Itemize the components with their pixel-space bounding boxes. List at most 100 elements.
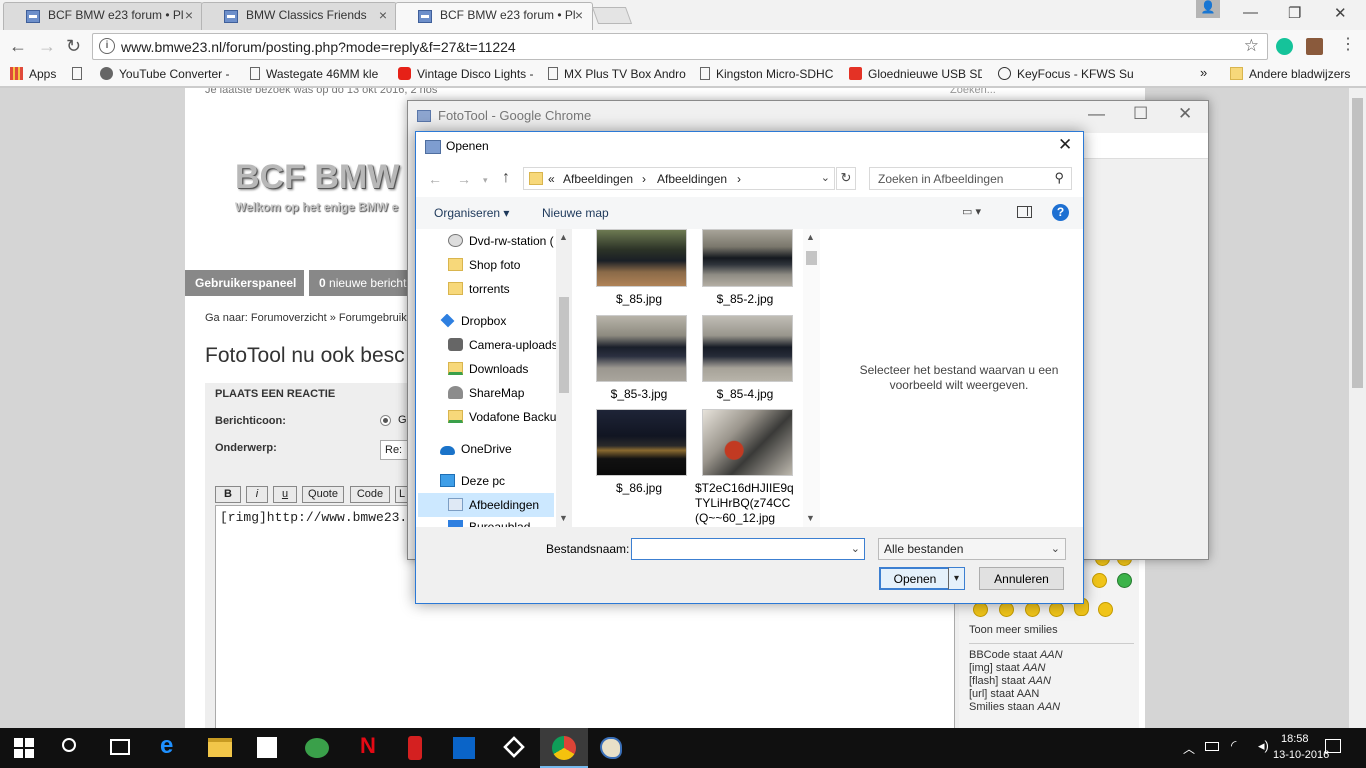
breadcrumb[interactable]: Ga naar: Forumoverzicht » Forumgebruik <box>205 312 407 324</box>
smiley-icon[interactable] <box>1049 602 1064 617</box>
scroll-up-icon[interactable]: ▲ <box>806 232 815 242</box>
nav-item-torrents[interactable]: torrents <box>448 282 556 296</box>
file-item[interactable]: $_85-4.jpg <box>699 315 805 401</box>
back-icon[interactable]: ← <box>428 171 442 187</box>
minimize-icon[interactable]: — <box>1088 104 1105 124</box>
recent-locations-icon[interactable]: ▾ <box>483 175 488 186</box>
nav-item-camera-uploads[interactable]: Camera-uploads <box>448 338 556 352</box>
path-segment-pictures[interactable]: Afbeeldingen <box>563 172 633 186</box>
back-icon[interactable]: ← <box>9 36 27 57</box>
path-bar[interactable]: « Afbeeldingen › Afbeeldingen › ⌄ <box>523 167 835 190</box>
bookmark-mx-plus[interactable]: MX Plus TV Box Andro <box>548 67 686 81</box>
restore-icon[interactable]: ❐ <box>1288 4 1301 22</box>
tab-close-icon[interactable]: × <box>379 7 387 23</box>
tray-overflow-icon[interactable]: ︿ <box>1183 740 1195 757</box>
path-overflow[interactable]: « <box>548 172 555 186</box>
cancel-button[interactable]: Annuleren <box>979 567 1064 590</box>
info-icon[interactable]: i <box>99 38 115 54</box>
scroll-down-icon[interactable]: ▼ <box>559 513 568 523</box>
action-center-icon[interactable] <box>1325 739 1341 753</box>
close-icon[interactable]: ✕ <box>1058 135 1072 155</box>
tripadvisor-icon[interactable] <box>305 738 329 758</box>
view-options-icon[interactable]: ▭ ▾ <box>962 205 981 218</box>
filename-input[interactable]: ⌄ <box>631 538 865 560</box>
file-scrollbar[interactable]: ▲ ▼ <box>803 229 820 527</box>
bookmark-kingston[interactable]: Kingston Micro-SDHC <box>700 67 834 81</box>
smiley-icon[interactable] <box>973 602 988 617</box>
quote-button[interactable]: Quote <box>302 486 344 503</box>
close-icon[interactable]: ✕ <box>1178 104 1192 124</box>
smiley-icon[interactable] <box>999 602 1014 617</box>
search-box-hint[interactable]: Zoeken... <box>950 88 996 96</box>
extension-icon[interactable] <box>1306 38 1323 55</box>
app-red-icon[interactable] <box>408 736 422 760</box>
bookmark-other-folder[interactable]: Andere bladwijzers <box>1230 67 1350 81</box>
scroll-down-icon[interactable]: ▼ <box>806 513 815 523</box>
smiley-icon[interactable] <box>1117 573 1132 588</box>
close-icon[interactable]: ✕ <box>1334 4 1347 22</box>
nav-item-this-pc[interactable]: Deze pc <box>440 474 556 488</box>
bookmark-usb-sd[interactable]: Gloednieuwe USB SD <box>849 67 982 81</box>
new-messages-button[interactable]: 0 nieuwe bericht <box>309 270 409 296</box>
path-segment-pictures-sub[interactable]: Afbeeldingen <box>657 172 727 186</box>
outlook-icon[interactable] <box>453 737 475 759</box>
netflix-icon[interactable]: N <box>360 733 376 758</box>
address-bar[interactable]: i www.bmwe23.nl/forum/posting.php?mode=r… <box>92 33 1268 60</box>
user-panel-button[interactable]: Gebruikerspaneel <box>185 270 304 296</box>
minimize-icon[interactable]: — <box>1243 4 1258 21</box>
wifi-icon[interactable]: ◜ <box>1231 737 1236 754</box>
bookmark-vintage-disco[interactable]: Vintage Disco Lights - <box>398 67 535 81</box>
file-item[interactable]: $T2eC16dHJIIE9qTYLiHrBQ(z74CC(Q~~60_12.j… <box>695 409 805 527</box>
tab-bmw-classics[interactable]: BMW Classics Friends × <box>201 2 397 30</box>
edge-icon[interactable]: e <box>160 732 184 759</box>
nav-item-dvd-drive[interactable]: Dvd-rw-station ( <box>448 234 556 248</box>
file-item[interactable]: $_85-2.jpg <box>699 229 805 309</box>
nav-item-shop-foto[interactable]: Shop foto <box>448 258 556 272</box>
new-tab-button[interactable] <box>591 7 633 24</box>
clock-time[interactable]: 18:58 <box>1281 733 1309 745</box>
help-icon[interactable]: ? <box>1052 204 1069 221</box>
bookmark-star-icon[interactable]: ☆ <box>1244 36 1259 56</box>
smiley-icon[interactable] <box>1092 573 1107 588</box>
chevron-down-icon[interactable]: ⌄ <box>821 171 830 184</box>
bookmarks-overflow-icon[interactable]: » <box>1200 65 1207 80</box>
page-scrollbar[interactable] <box>1349 88 1366 728</box>
grammarly-icon[interactable] <box>1276 38 1293 55</box>
file-item[interactable]: $_85-3.jpg <box>593 315 699 401</box>
profile-icon[interactable]: 👤 <box>1196 0 1220 18</box>
store-icon[interactable] <box>257 737 277 758</box>
underline-button[interactable]: u <box>273 486 297 503</box>
smiley-icon[interactable] <box>1025 602 1040 617</box>
task-view-icon[interactable] <box>110 739 130 755</box>
menu-icon[interactable]: ⋮ <box>1340 34 1356 54</box>
scrollbar-thumb[interactable] <box>1352 98 1363 388</box>
tab-close-icon[interactable]: × <box>185 7 193 23</box>
chevron-right-icon[interactable]: › <box>737 172 741 186</box>
nav-scrollbar[interactable]: ▲ ▼ <box>556 229 572 527</box>
clock-date[interactable]: 13-10-2016 <box>1273 749 1329 761</box>
bookmark-youtube-converter[interactable]: YouTube Converter - ( <box>100 67 233 81</box>
scrollbar-thumb[interactable] <box>559 297 569 393</box>
reload-icon[interactable]: ↻ <box>66 36 81 57</box>
nav-item-dropbox[interactable]: Dropbox <box>440 314 556 328</box>
bookmark-keyfocus[interactable]: KeyFocus - KFWS Sup <box>998 67 1134 81</box>
up-icon[interactable]: ↑ <box>502 169 510 187</box>
maximize-icon[interactable]: ☐ <box>1133 104 1148 124</box>
paint-icon[interactable] <box>600 737 622 759</box>
forward-icon[interactable]: → <box>38 36 56 57</box>
search-icon[interactable] <box>62 738 76 752</box>
scrollbar-thumb[interactable] <box>806 251 817 265</box>
nav-item-vodafone-backup[interactable]: Vodafone Backu <box>448 410 556 424</box>
dropbox-icon[interactable] <box>503 736 525 758</box>
url-text[interactable]: www.bmwe23.nl/forum/posting.php?mode=rep… <box>121 39 516 55</box>
italic-button[interactable]: i <box>246 486 268 503</box>
battery-icon[interactable] <box>1205 742 1219 751</box>
chrome-icon[interactable] <box>552 736 576 760</box>
refresh-icon[interactable]: ↻ <box>836 167 856 190</box>
chevron-down-icon[interactable]: ⌄ <box>851 542 860 555</box>
windows-start-icon[interactable] <box>14 738 34 758</box>
file-item[interactable]: $_85.jpg <box>593 229 699 309</box>
nav-item-sharemap[interactable]: ShareMap <box>448 386 556 400</box>
filetype-select[interactable]: Alle bestanden ⌄ <box>878 538 1066 560</box>
bookmark-wastegate[interactable]: Wastegate 46MM kle <box>250 67 383 81</box>
